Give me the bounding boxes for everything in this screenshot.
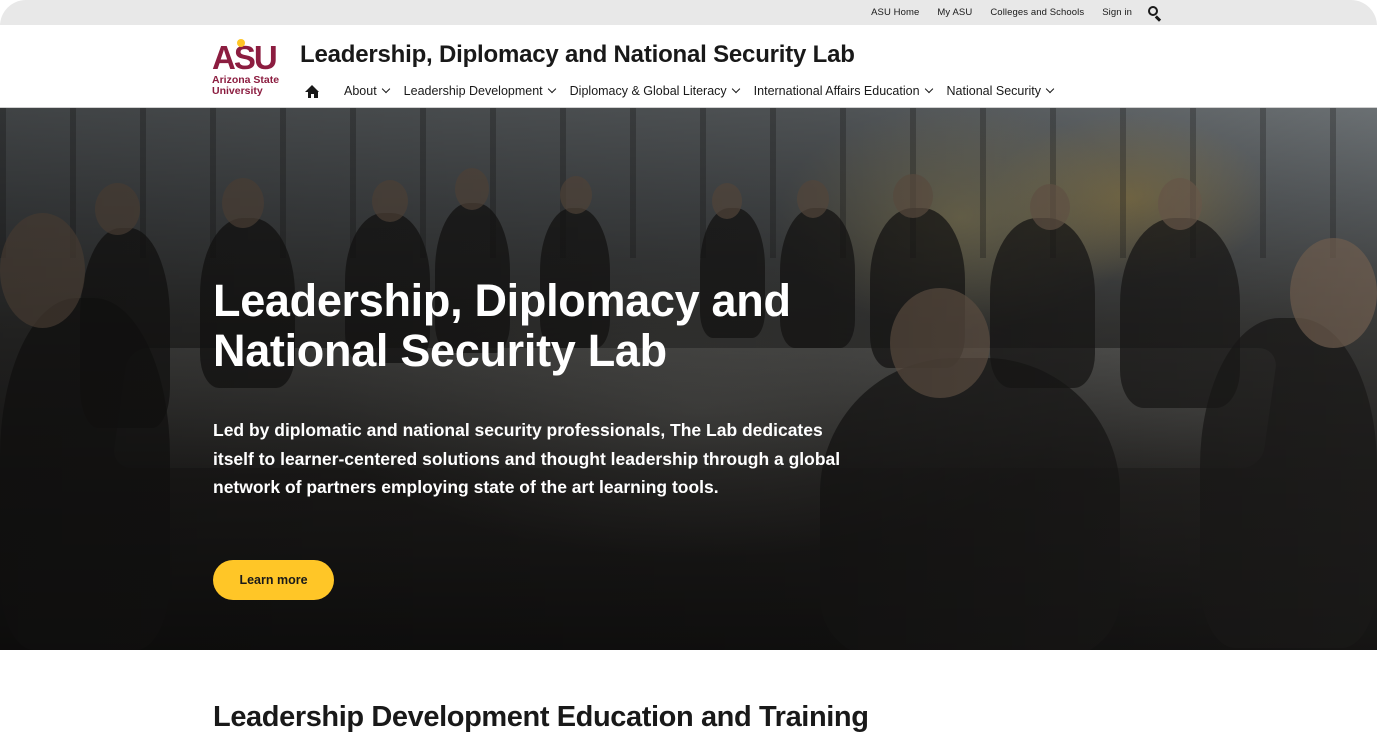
- site-header: ASU Arizona State University Leadership,…: [0, 25, 1377, 108]
- site-title[interactable]: Leadership, Diplomacy and National Secur…: [300, 41, 855, 69]
- hero-overlay: [0, 108, 1377, 650]
- search-icon-handle: [1155, 14, 1162, 21]
- learn-more-button[interactable]: Learn more: [213, 560, 334, 600]
- utility-bar: ASU Home My ASU Colleges and Schools Sig…: [0, 0, 1377, 25]
- home-icon-door: [311, 93, 314, 98]
- chevron-down-icon: [731, 84, 740, 94]
- nav-item-label: Diplomacy & Global Literacy: [569, 84, 727, 98]
- main-nav: About Leadership Development Diplomacy &…: [305, 81, 1068, 101]
- asu-logo-line2: University: [212, 85, 263, 97]
- asu-logo-wordmark: Arizona State University: [212, 75, 288, 97]
- home-icon[interactable]: [305, 84, 320, 98]
- nav-item-about[interactable]: About: [344, 84, 390, 98]
- utility-link-asu-home[interactable]: ASU Home: [871, 7, 919, 18]
- nav-item-international-affairs-education[interactable]: International Affairs Education: [753, 84, 933, 98]
- asu-logo[interactable]: ASU Arizona State University: [212, 39, 288, 101]
- asu-logo-sun-icon: [237, 39, 245, 47]
- utility-link-colleges-and-schools[interactable]: Colleges and Schools: [990, 7, 1084, 18]
- chevron-down-icon: [1045, 84, 1055, 94]
- chevron-down-icon: [924, 84, 933, 94]
- section-heading: Leadership Development Education and Tra…: [213, 701, 869, 733]
- nav-item-label: About: [344, 84, 377, 98]
- chevron-down-icon: [547, 84, 556, 94]
- nav-item-diplomacy-global-literacy[interactable]: Diplomacy & Global Literacy: [569, 84, 740, 98]
- asu-logo-mark: ASU: [212, 39, 288, 74]
- nav-item-label: International Affairs Education: [753, 84, 920, 98]
- hero-description: Led by diplomatic and national security …: [213, 420, 841, 497]
- utility-link-sign-in[interactable]: Sign in: [1102, 7, 1132, 18]
- search-icon[interactable]: [1148, 5, 1162, 21]
- hero-banner: Leadership, Diplomacy and National Secur…: [0, 108, 1377, 650]
- utility-links: ASU Home My ASU Colleges and Schools Sig…: [853, 0, 1162, 25]
- page-frame: ASU Home My ASU Colleges and Schools Sig…: [0, 0, 1377, 750]
- utility-link-my-asu[interactable]: My ASU: [937, 7, 972, 18]
- hero-title: Leadership, Diplomacy and National Secur…: [213, 275, 791, 376]
- nav-item-label: Leadership Development: [403, 84, 543, 98]
- nav-item-national-security[interactable]: National Security: [946, 84, 1055, 98]
- chevron-down-icon: [381, 84, 390, 94]
- nav-item-label: National Security: [946, 84, 1042, 98]
- nav-item-leadership-development[interactable]: Leadership Development: [403, 84, 556, 98]
